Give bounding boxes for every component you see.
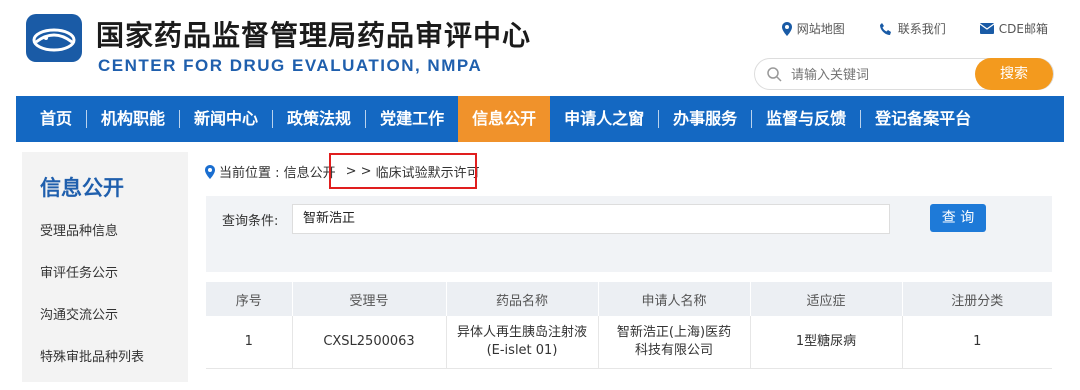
site-title-cn: 国家药品监督管理局药品审评中心: [96, 19, 532, 52]
query-panel: 查询条件: 智新浩正 查 询: [206, 196, 1052, 272]
nav-news[interactable]: 新闻中心: [180, 96, 272, 142]
search-input[interactable]: [791, 65, 961, 85]
contact-link[interactable]: 联系我们: [879, 20, 946, 37]
cell-indication: 1型糖尿病: [750, 316, 903, 369]
nav-applicant[interactable]: 申请人之窗: [550, 96, 658, 142]
nav-home[interactable]: 首页: [26, 96, 86, 142]
query-input[interactable]: 智新浩正: [292, 204, 890, 234]
highlight-box: [329, 153, 477, 189]
col-header-drug: 药品名称: [446, 282, 599, 316]
breadcrumb-prefix[interactable]: 当前位置 : 信息公开: [219, 162, 336, 181]
location-pin-icon: [205, 164, 215, 179]
sidebar-title: 信息公开: [40, 176, 124, 200]
sidebar: 信息公开 受理品种信息 审评任务公示 沟通交流公示 特殊审批品种列表: [22, 152, 188, 382]
sitemap-label: 网站地图: [796, 22, 845, 36]
cell-accept-no: CXSL2500063: [292, 316, 447, 369]
sidebar-item-special[interactable]: 特殊审批品种列表: [40, 346, 144, 365]
cell-applicant-line1: 智新浩正(上海)医药: [616, 324, 732, 340]
cell-no: 1: [206, 316, 293, 369]
nav-registration[interactable]: 登记备案平台: [861, 96, 985, 142]
contact-label: 联系我们: [897, 22, 946, 36]
col-header-accept-no: 受理号: [292, 282, 447, 316]
sitemap-link[interactable]: 网站地图: [781, 20, 845, 37]
phone-icon: [879, 22, 891, 35]
cell-category: 1: [902, 316, 1052, 369]
table-row[interactable]: 1 CXSL2500063 异体人再生胰岛注射液 (E-islet 01) 智新…: [206, 316, 1052, 369]
site-title-en: CENTER FOR DRUG EVALUATION, NMPA: [98, 56, 483, 75]
cell-drug: 异体人再生胰岛注射液 (E-islet 01): [446, 316, 599, 369]
col-header-applicant: 申请人名称: [598, 282, 751, 316]
email-link[interactable]: CDE邮箱: [979, 20, 1048, 37]
cell-drug-line1: 异体人再生胰岛注射液: [456, 324, 587, 340]
nav-info-public[interactable]: 信息公开: [458, 96, 551, 142]
site-header: 国家药品监督管理局药品审评中心 CENTER FOR DRUG EVALUATI…: [12, 0, 1068, 94]
results-table: 序号 受理号 药品名称 申请人名称 适应症 注册分类 1 CXSL2500063…: [206, 282, 1052, 369]
location-pin-icon: [781, 21, 792, 36]
nav-policy[interactable]: 政策法规: [273, 96, 365, 142]
col-header-category: 注册分类: [902, 282, 1052, 316]
cell-drug-line2: (E-islet 01): [486, 342, 558, 358]
table-header-row: 序号 受理号 药品名称 申请人名称 适应症 注册分类: [206, 282, 1052, 316]
search-button[interactable]: 搜索: [975, 58, 1053, 90]
sidebar-item-tasks[interactable]: 审评任务公示: [40, 262, 118, 281]
search-icon: [767, 67, 782, 82]
cell-applicant: 智新浩正(上海)医药 科技有限公司: [598, 316, 751, 369]
email-label: CDE邮箱: [998, 22, 1048, 36]
col-header-no: 序号: [206, 282, 293, 316]
cell-applicant-line2: 科技有限公司: [634, 342, 713, 358]
top-links: 网站地图 联系我们 CDE邮箱: [781, 20, 1048, 37]
cde-logo-icon[interactable]: [24, 12, 96, 72]
query-button[interactable]: 查 询: [930, 204, 986, 232]
nav-functions[interactable]: 机构职能: [87, 96, 179, 142]
nav-services[interactable]: 办事服务: [659, 96, 751, 142]
nav-supervision[interactable]: 监督与反馈: [752, 96, 860, 142]
mail-icon: [979, 23, 994, 34]
site-search: 搜索: [754, 58, 1054, 90]
nav-party[interactable]: 党建工作: [366, 96, 458, 142]
query-label: 查询条件:: [222, 214, 279, 229]
sidebar-item-accepted[interactable]: 受理品种信息: [40, 220, 118, 239]
sidebar-item-communication[interactable]: 沟通交流公示: [40, 304, 118, 323]
main-nav: 首页 机构职能 新闻中心 政策法规 党建工作 信息公开 申请人之窗 办事服务 监…: [16, 96, 1064, 142]
col-header-indication: 适应症: [750, 282, 903, 316]
